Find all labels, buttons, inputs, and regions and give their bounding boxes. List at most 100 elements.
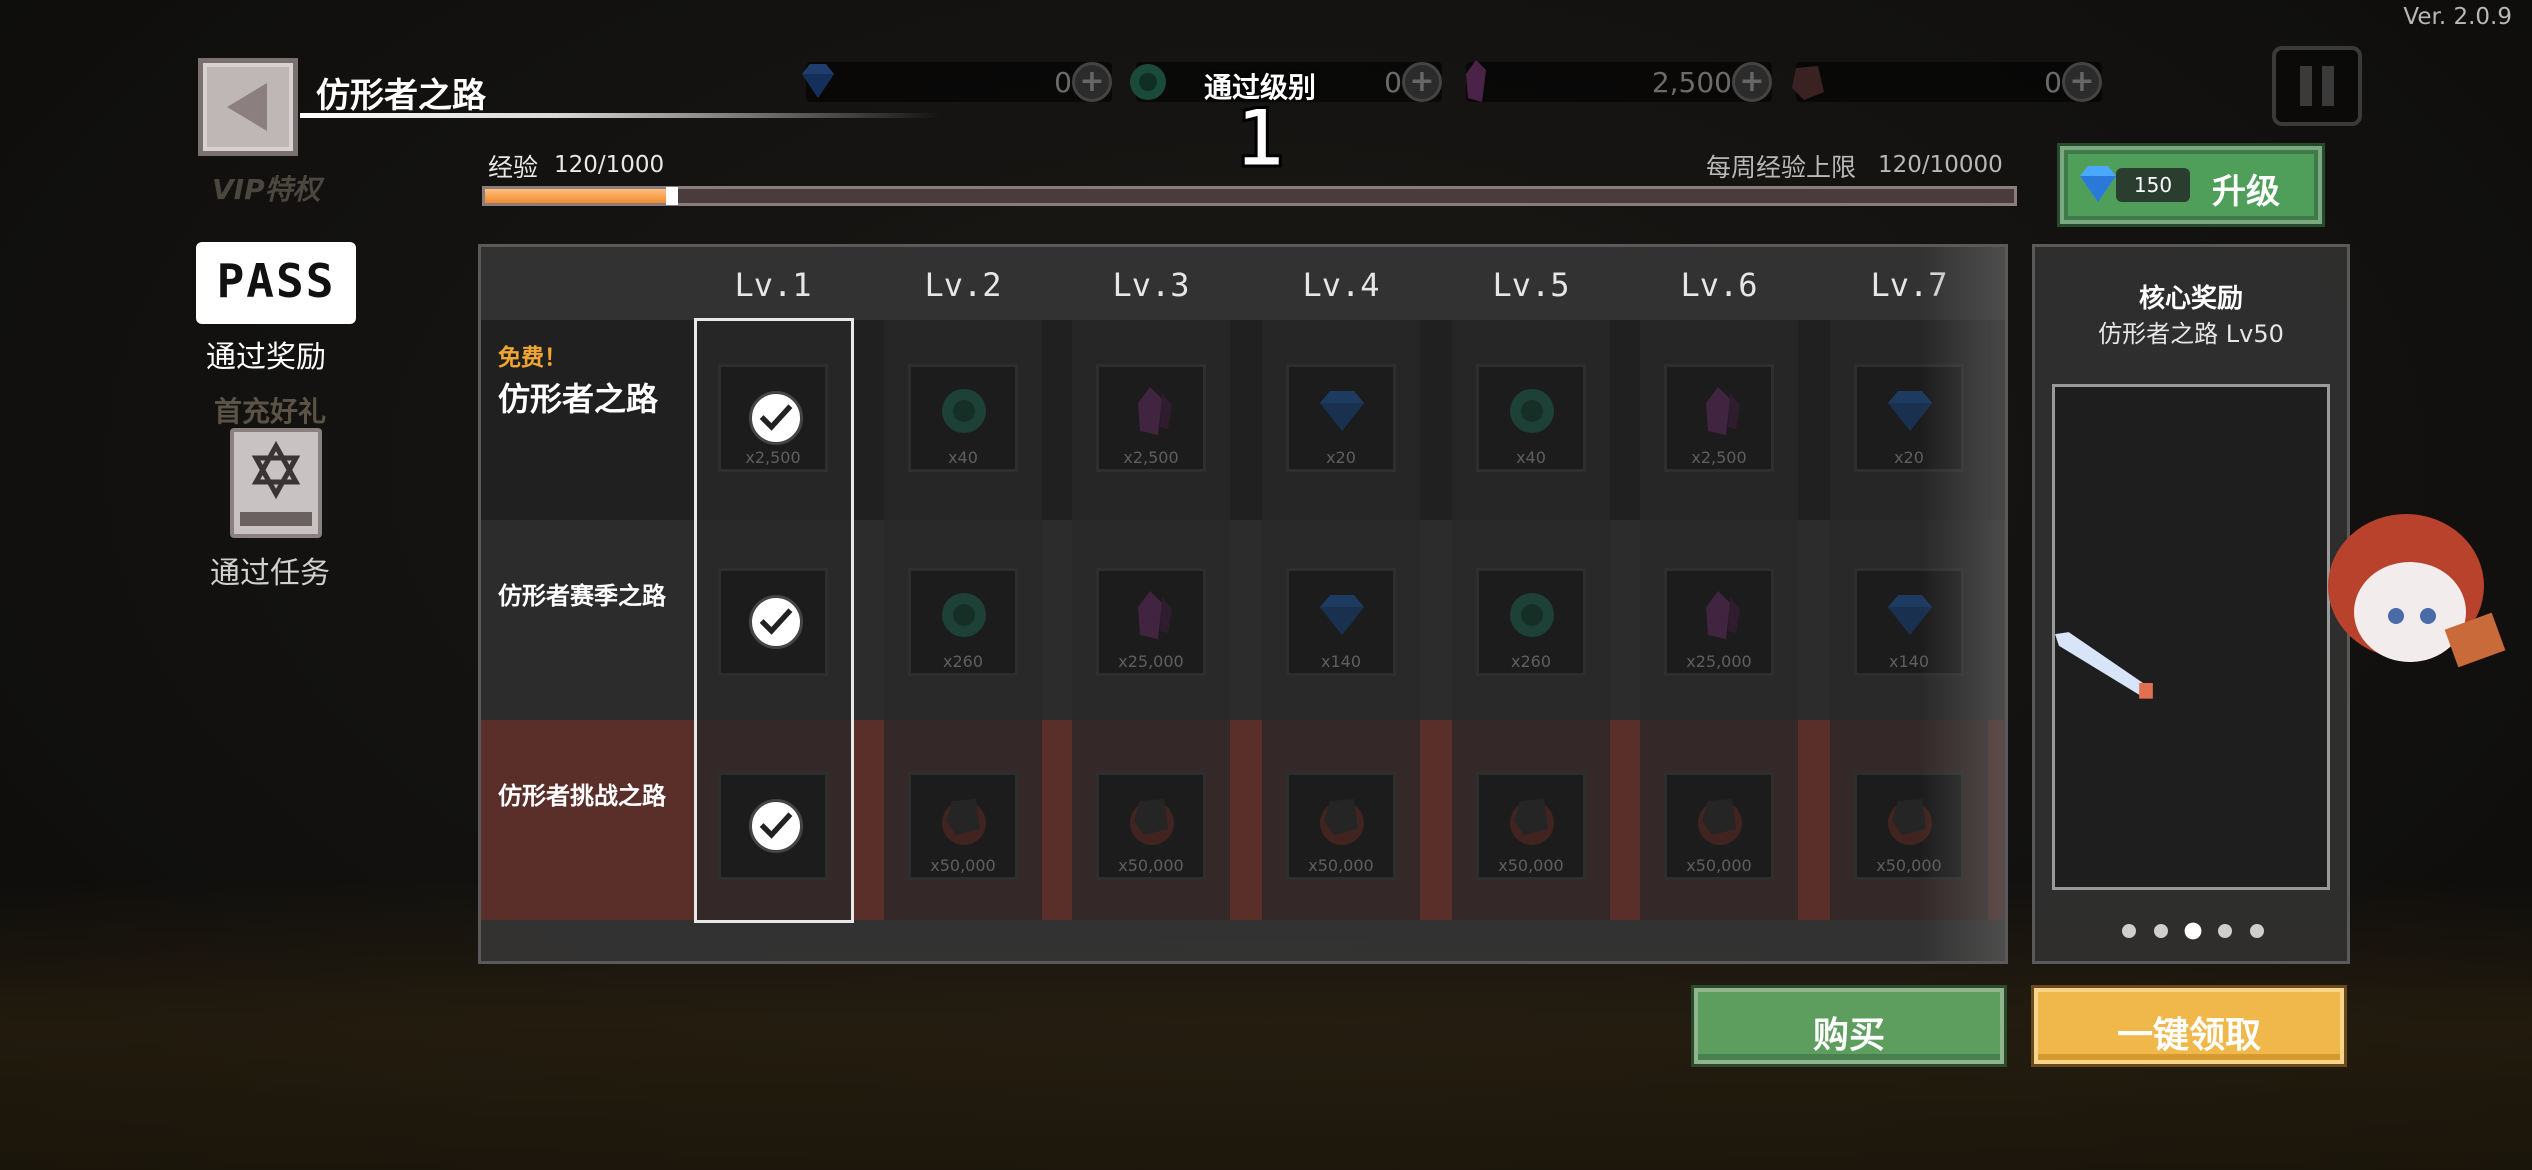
green-token-icon — [1130, 64, 1166, 100]
reward-quantity: x50,000 — [1308, 856, 1374, 875]
version-label: Ver. 2.0.9 — [2403, 4, 2512, 30]
reward-cell[interactable]: x40 — [1476, 364, 1586, 472]
weekly-exp-label: 每周经验上限 — [1706, 153, 1857, 182]
green-token-icon — [1504, 587, 1560, 643]
level-header: Lv.2 — [924, 266, 1002, 304]
exp-progress-fill — [485, 189, 669, 203]
upgrade-button[interactable]: 150 升级 — [2060, 146, 2322, 224]
currency-ore-value: 0 — [2044, 66, 2062, 99]
core-reward-preview[interactable] — [2052, 384, 2330, 890]
pager-dot[interactable] — [2184, 922, 2202, 940]
back-button[interactable] — [198, 58, 298, 156]
pager-dot[interactable] — [2250, 924, 2264, 938]
reward-cell[interactable]: x2,500 — [1664, 364, 1774, 472]
reward-quantity: x260 — [942, 652, 983, 671]
buy-button[interactable]: 购买 — [1694, 988, 2004, 1064]
core-reward-pager[interactable] — [2112, 922, 2272, 940]
add-token-button[interactable]: + — [1402, 62, 1442, 102]
reward-cell[interactable]: x50,000 — [1096, 772, 1206, 880]
core-reward-subtitle: 仿形者之路 Lv50 — [2098, 320, 2284, 348]
blue-gem-icon — [1314, 587, 1370, 643]
dark-ore-icon — [936, 791, 992, 847]
purple-crystal-icon — [1466, 60, 1486, 102]
row-label-free: 仿形者之路 — [498, 380, 659, 418]
upgrade-cost: 150 — [2116, 168, 2190, 202]
currency-ore: 0 + — [1792, 62, 2102, 102]
reward-quantity: x40 — [948, 448, 978, 467]
pass-rewards-tab[interactable]: 通过奖励 — [206, 332, 326, 376]
level-header: Lv.4 — [1302, 266, 1380, 304]
exp-label: 经验 — [488, 153, 539, 182]
reward-quantity: x20 — [1326, 448, 1356, 467]
level-header: Lv.1 — [734, 266, 812, 304]
upgrade-label: 升级 — [2212, 172, 2280, 212]
dark-ore-icon — [1504, 791, 1560, 847]
claim-all-button[interactable]: 一键领取 — [2034, 988, 2344, 1064]
dark-ore-icon — [1792, 66, 1824, 100]
reward-quantity: x50,000 — [930, 856, 996, 875]
dark-ore-icon — [1314, 791, 1370, 847]
currency-gem: 0 + — [802, 62, 1112, 102]
weekly-exp-value: 120/10000 — [1878, 152, 2003, 178]
reward-quantity: x140 — [1320, 652, 1361, 671]
pager-dot[interactable] — [2122, 924, 2136, 938]
reward-cell[interactable]: x50,000 — [1664, 772, 1774, 880]
exp-progress-bar — [482, 186, 2017, 206]
reward-cell[interactable]: x260 — [1476, 568, 1586, 676]
buy-button-label: 购买 — [1812, 1015, 1885, 1056]
currency-crystal: 2,500 + — [1466, 60, 1772, 102]
vip-privilege-faded: VIP特权 — [212, 173, 321, 206]
reward-cell[interactable]: x25,000 — [1096, 568, 1206, 676]
currency-gem-value: 0 — [1054, 66, 1072, 99]
dark-ore-icon — [1124, 791, 1180, 847]
row-label-challenge: 仿形者挑战之路 — [498, 782, 666, 810]
reward-quantity: x50,000 — [1118, 856, 1184, 875]
add-gem-button[interactable]: + — [1072, 62, 1112, 102]
pause-button[interactable] — [2272, 46, 2362, 126]
level-header: Lv.3 — [1112, 266, 1190, 304]
claim-all-button-label: 一键领取 — [2116, 1015, 2261, 1056]
mascot-character-icon[interactable] — [2310, 500, 2516, 700]
title-underline — [300, 113, 940, 118]
purple-crystal-icon — [1124, 587, 1180, 643]
reward-quantity: x50,000 — [1686, 856, 1752, 875]
pass-level-value: 1 — [1234, 92, 1285, 185]
reward-cell[interactable]: x50,000 — [908, 772, 1018, 880]
reward-cell[interactable]: x50,000 — [1286, 772, 1396, 880]
blue-gem-icon — [1314, 383, 1370, 439]
pager-dot[interactable] — [2154, 924, 2168, 938]
add-ore-button[interactable]: + — [2062, 62, 2102, 102]
reward-cell[interactable]: x2,500 — [1096, 364, 1206, 472]
green-token-icon — [1504, 383, 1560, 439]
purple-crystal-icon — [1692, 383, 1748, 439]
core-reward-title: 核心奖励 — [2138, 284, 2243, 314]
reward-cell[interactable]: x140 — [1286, 568, 1396, 676]
grid-scroll-fade — [1920, 244, 2008, 964]
currency-token-value: 0 — [1384, 66, 1402, 99]
sword-icon — [2055, 632, 2153, 699]
pager-dot[interactable] — [2218, 924, 2232, 938]
level-header: Lv.6 — [1680, 266, 1758, 304]
reward-cell[interactable]: x260 — [908, 568, 1018, 676]
quest-book-icon[interactable] — [230, 428, 322, 538]
reward-cell[interactable]: x50,000 — [1476, 772, 1586, 880]
pass-quests-tab[interactable]: 通过任务 — [210, 548, 330, 592]
green-token-icon — [936, 383, 992, 439]
exp-progress-knob — [666, 187, 679, 205]
reward-cell[interactable]: x25,000 — [1664, 568, 1774, 676]
pass-rewards-tab-icon[interactable]: PASS — [196, 242, 356, 324]
dark-ore-icon — [1692, 791, 1748, 847]
reward-quantity: x260 — [1510, 652, 1551, 671]
currency-crystal-value: 2,500 — [1651, 66, 1732, 99]
reward-quantity: x40 — [1516, 448, 1546, 467]
current-level-highlight — [694, 318, 854, 923]
page-title: 仿形者之路 — [316, 76, 486, 116]
free-tag: 免费！ — [498, 345, 567, 371]
add-crystal-button[interactable]: + — [1732, 62, 1772, 102]
reward-cell[interactable]: x20 — [1286, 364, 1396, 472]
reward-quantity: x50,000 — [1498, 856, 1564, 875]
reward-quantity: x2,500 — [1123, 448, 1179, 467]
back-arrow-icon — [227, 83, 267, 131]
reward-cell[interactable]: x40 — [908, 364, 1018, 472]
reward-quantity: x25,000 — [1686, 652, 1752, 671]
